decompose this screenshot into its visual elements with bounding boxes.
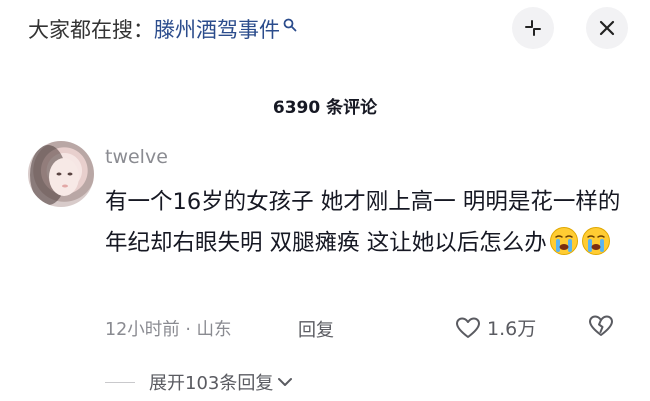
search-term-link[interactable]: 滕州酒驾事件	[154, 14, 280, 44]
divider-line	[105, 381, 135, 383]
reply-button[interactable]: 回复	[298, 316, 334, 342]
crying-face-emoji	[549, 227, 578, 255]
collapse-button[interactable]	[512, 7, 554, 49]
comment-meta: 12小时前 · 山东	[105, 320, 232, 340]
expand-replies-button[interactable]: 展开103条回复	[105, 369, 293, 395]
close-icon	[599, 20, 615, 36]
search-prefix: 大家都在搜：	[28, 18, 154, 42]
comment-count-title: 6390 条评论	[272, 98, 378, 118]
close-button[interactable]	[586, 7, 628, 49]
expand-replies-label: 展开103条回复	[149, 373, 274, 394]
comment-text: 有一个16岁的女孩子 她才刚上高一 明明是花一样的年纪却右眼失明 双腿瘫痪 这让…	[105, 189, 621, 256]
collapse-icon	[525, 20, 541, 36]
comment-body: 有一个16岁的女孩子 她才刚上高一 明明是花一样的年纪却右眼失明 双腿瘫痪 这让…	[105, 182, 635, 264]
crying-face-emoji	[581, 227, 610, 255]
like-button[interactable]: 1.6万	[455, 314, 536, 341]
search-icon	[283, 18, 297, 32]
like-count: 1.6万	[487, 318, 537, 340]
search-suggestion[interactable]: 大家都在搜： 滕州酒驾事件	[28, 12, 297, 46]
broken-heart-icon	[589, 315, 613, 336]
avatar[interactable]	[28, 141, 94, 207]
avatar-photo	[30, 145, 79, 205]
heart-icon	[456, 317, 480, 338]
comment-username[interactable]: twelve	[105, 146, 168, 168]
chevron-down-icon	[278, 378, 293, 386]
dislike-button[interactable]	[588, 314, 614, 342]
